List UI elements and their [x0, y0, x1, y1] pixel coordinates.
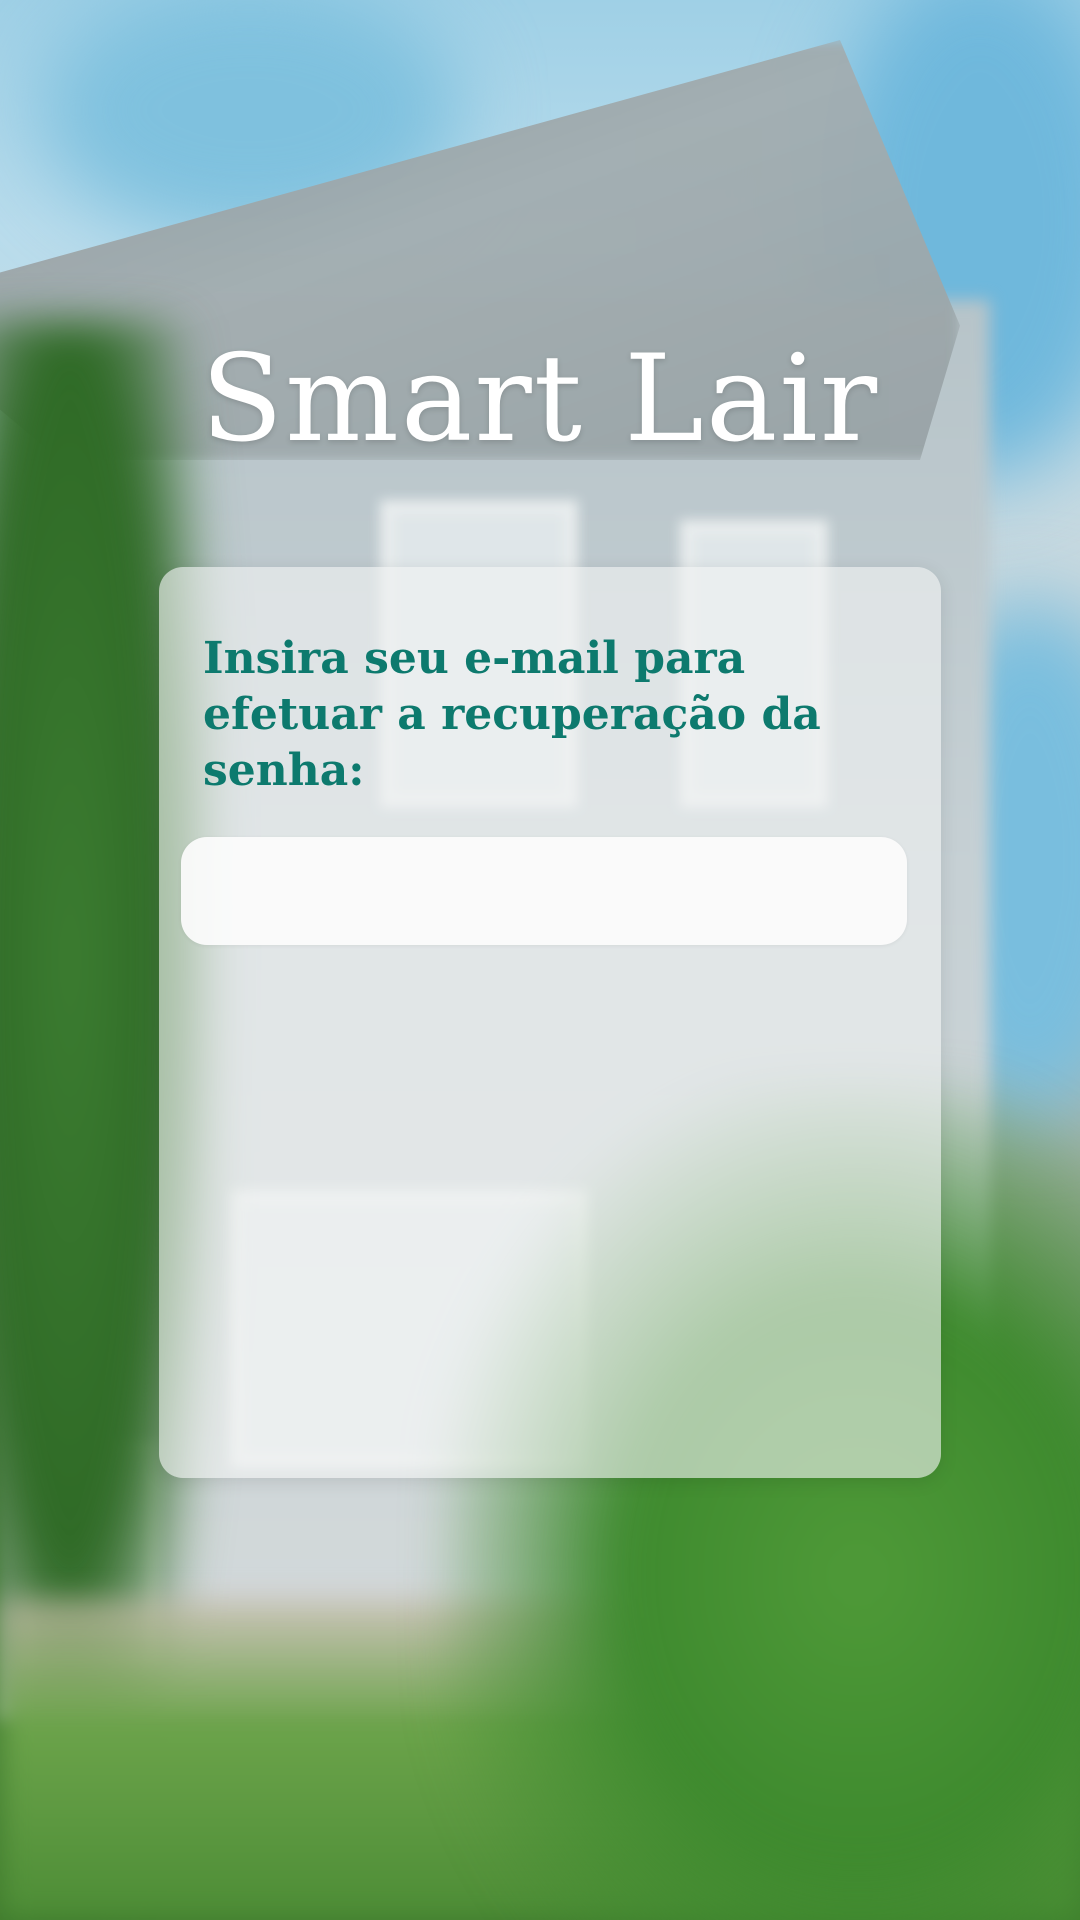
app-title: Smart Lair [200, 330, 880, 469]
email-input[interactable] [181, 837, 907, 945]
recovery-prompt: Insira seu e-mail para efetuar a recuper… [203, 633, 821, 796]
recovery-card: Insira seu e-mail para efetuar a recuper… [159, 567, 941, 1478]
